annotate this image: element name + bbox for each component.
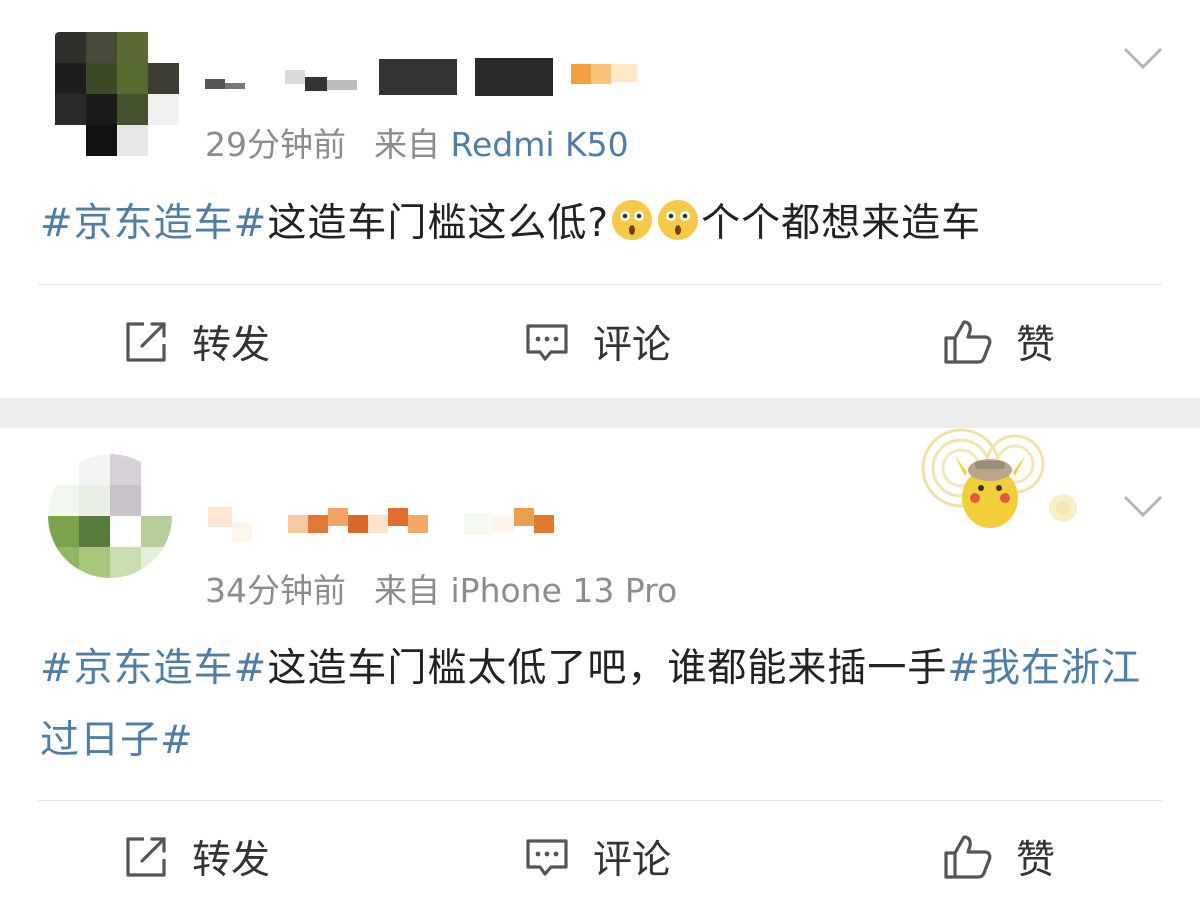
post-text-tail: 个个都想来造车	[701, 201, 982, 246]
post-content: #京东造车#这造车门槛这么低? 个个都想来造车	[40, 188, 1170, 266]
surprised-face-emoji	[656, 194, 700, 266]
username-blurred[interactable]	[205, 58, 637, 96]
pikachu-badge	[915, 428, 1085, 548]
repost-icon	[126, 322, 166, 362]
comment-label: 评论	[593, 323, 672, 368]
comment-button[interactable]: 评论	[523, 812, 671, 902]
like-icon	[944, 835, 992, 879]
like-icon	[944, 320, 992, 364]
repost-button[interactable]: 转发	[122, 812, 270, 902]
post-meta: 34分钟前 来自 iPhone 13 Pro	[205, 564, 677, 612]
like-button[interactable]: 赞	[942, 297, 1055, 387]
comment-label: 评论	[593, 838, 672, 883]
hashtag-link[interactable]: #京东造车#	[40, 646, 267, 691]
surprised-face-emoji	[610, 194, 654, 266]
repost-button[interactable]: 转发	[122, 297, 270, 387]
action-bar: 转发 评论 赞	[0, 812, 1200, 902]
post-time: 29分钟前	[205, 125, 346, 164]
divider	[38, 284, 1162, 285]
weibo-post-card: 34分钟前 来自 iPhone 13 Pro #京东造车#这造车门槛太低了吧，谁都…	[0, 428, 1200, 905]
like-label: 赞	[1016, 838, 1056, 883]
like-label: 赞	[1016, 323, 1056, 368]
divider	[38, 800, 1162, 801]
post-text: 这造车门槛太低了吧，谁都能来插一手	[267, 646, 948, 691]
comment-button[interactable]: 评论	[523, 297, 671, 387]
comment-icon	[526, 839, 568, 876]
user-avatar-blurred[interactable]	[48, 454, 172, 578]
source-device-link[interactable]: Redmi K50	[451, 125, 629, 164]
post-meta: 29分钟前 来自 Redmi K50	[205, 118, 629, 166]
repost-label: 转发	[192, 323, 271, 368]
source-prefix: 来自	[374, 571, 440, 610]
post-text: 这造车门槛这么低?	[267, 201, 610, 246]
repost-icon	[126, 837, 166, 877]
chevron-down-icon[interactable]	[1123, 46, 1163, 70]
comment-icon	[526, 324, 568, 361]
weibo-post-card: 29分钟前 来自 Redmi K50 #京东造车#这造车门槛这么低? 个个都想来造车…	[0, 0, 1200, 398]
username-blurred[interactable]	[208, 492, 554, 542]
like-button[interactable]: 赞	[942, 812, 1055, 902]
post-content: #京东造车#这造车门槛太低了吧，谁都能来插一手#我在浙江过日子#	[40, 633, 1170, 777]
source-device[interactable]: iPhone 13 Pro	[451, 571, 678, 610]
hashtag-link[interactable]: #京东造车#	[40, 201, 267, 246]
chevron-down-icon[interactable]	[1123, 494, 1163, 518]
feed-separator	[0, 398, 1200, 428]
repost-label: 转发	[192, 838, 271, 883]
source-prefix: 来自	[374, 125, 440, 164]
action-bar: 转发 评论 赞	[0, 297, 1200, 387]
user-avatar-blurred[interactable]	[55, 32, 179, 156]
post-time: 34分钟前	[205, 571, 346, 610]
